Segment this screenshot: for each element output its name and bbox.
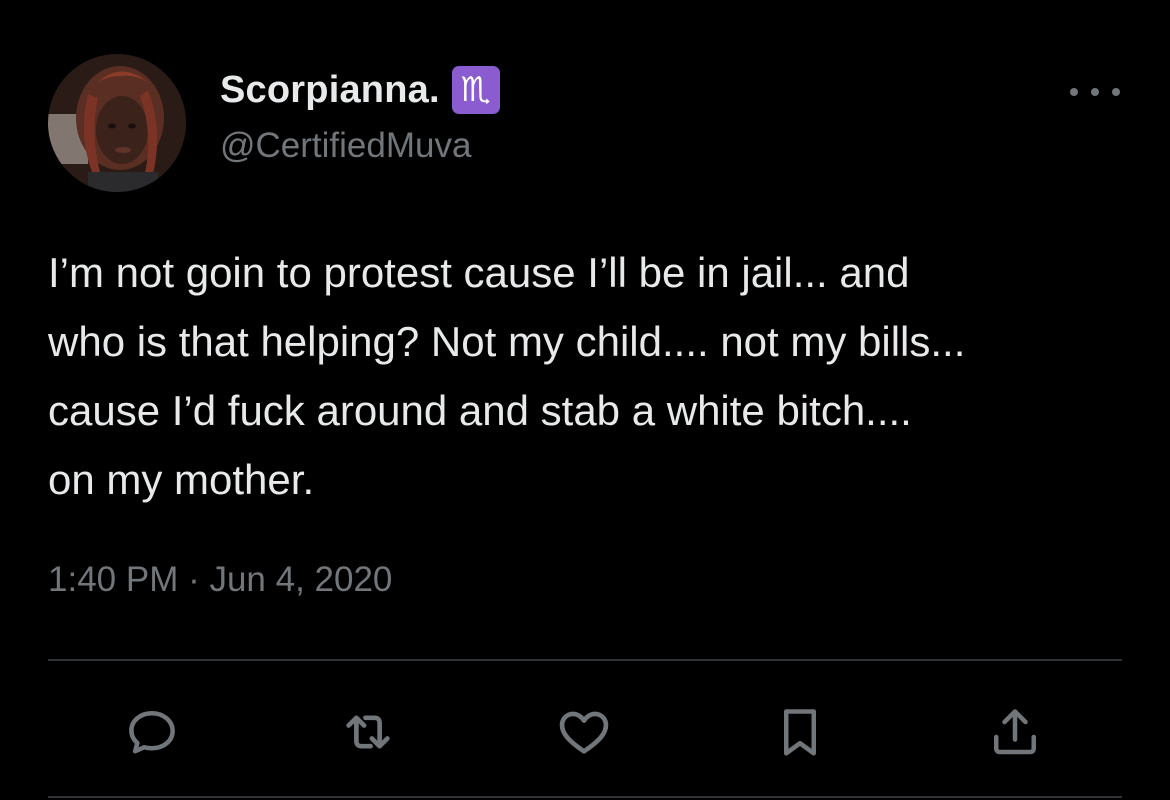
tweet-actions-bar [0, 700, 1170, 764]
like-button[interactable] [552, 700, 616, 764]
retweet-icon [346, 715, 390, 749]
tweet-timestamp[interactable]: 1:40 PM · Jun 4, 2020 [48, 560, 392, 600]
more-horizontal-icon[interactable] [1070, 80, 1120, 104]
avatar-image [48, 54, 186, 192]
user-handle[interactable]: @CertifiedMuva [220, 126, 500, 166]
reply-bubble-icon [129, 711, 175, 754]
bookmark-button[interactable] [768, 700, 832, 764]
more-dot [1112, 88, 1120, 96]
divider [48, 659, 1122, 661]
user-info: Scorpianna. ♏ @CertifiedMuva [220, 66, 500, 166]
share-upload-icon [994, 709, 1036, 755]
share-button[interactable] [983, 700, 1047, 764]
reply-button[interactable] [120, 700, 184, 764]
name-row: Scorpianna. ♏ [220, 66, 500, 114]
scorpio-emoji-icon: ♏ [451, 66, 500, 114]
tweet-card: Scorpianna. ♏ @CertifiedMuva I’m not goi… [0, 0, 1170, 800]
heart-icon [559, 711, 609, 754]
bookmark-icon [784, 709, 816, 756]
tweet-text: I’m not goin to protest cause I’ll be in… [48, 249, 966, 503]
retweet-button[interactable] [336, 700, 400, 764]
display-name[interactable]: Scorpianna. [220, 69, 440, 112]
avatar[interactable] [48, 54, 186, 192]
more-dot [1091, 88, 1099, 96]
more-dot [1070, 88, 1078, 96]
divider [48, 796, 1122, 798]
